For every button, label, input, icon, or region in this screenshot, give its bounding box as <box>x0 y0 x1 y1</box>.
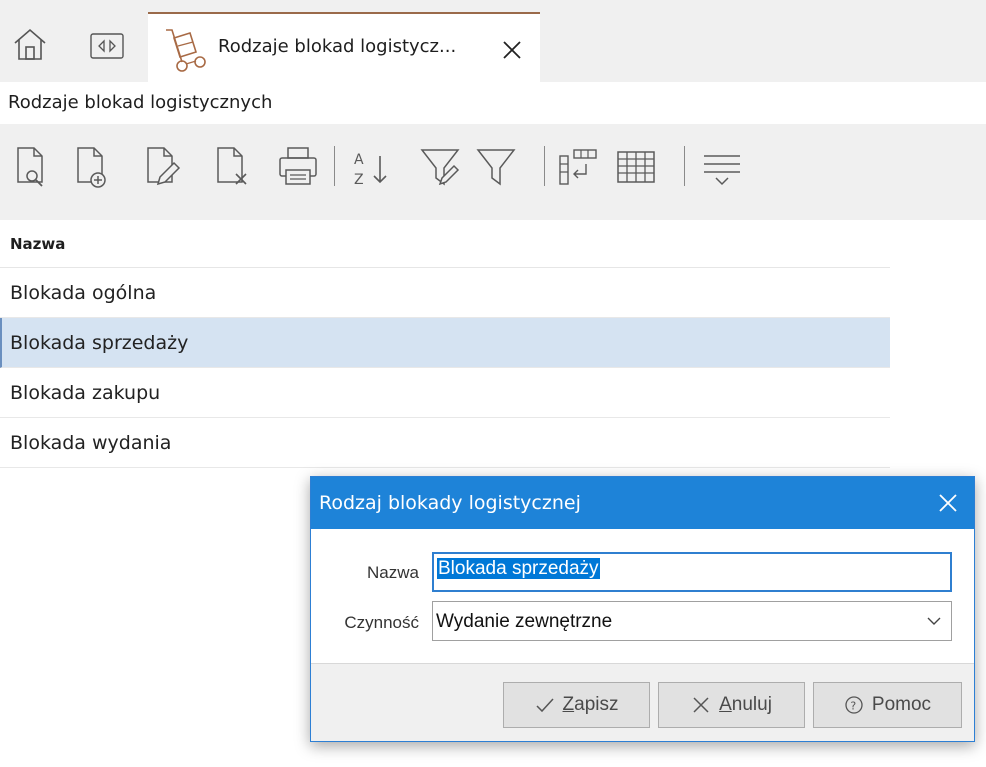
add-document-icon <box>77 147 106 188</box>
nav-arrows-button[interactable] <box>90 31 124 61</box>
cancel-access-key: A <box>719 694 732 715</box>
table-row-selected[interactable]: Blokada sprzedaży <box>0 318 890 368</box>
filter-edit-icon <box>420 149 460 186</box>
svg-text:Z: Z <box>354 172 364 188</box>
nav-arrows-icon <box>90 33 124 59</box>
add-document-button[interactable] <box>70 142 114 192</box>
sort-az-button[interactable]: A Z <box>350 142 394 192</box>
print-button[interactable] <box>276 142 320 192</box>
print-icon <box>279 147 317 185</box>
home-button[interactable] <box>12 26 48 62</box>
view-document-button[interactable] <box>10 142 54 192</box>
column-layout-button[interactable] <box>556 142 600 192</box>
delete-document-button[interactable] <box>210 142 254 192</box>
activity-label: Czynność <box>344 613 419 632</box>
table-row[interactable]: Blokada zakupu <box>0 368 890 418</box>
grid-button[interactable] <box>614 142 658 192</box>
save-button-label: Zapisz <box>563 694 619 716</box>
help-button-label: Pomoc <box>871 694 932 715</box>
toolbar-separator <box>334 146 335 186</box>
hand-truck-icon <box>166 29 206 72</box>
svg-text:A: A <box>354 152 364 168</box>
toolbar: A Z <box>0 124 986 220</box>
options-menu-icon <box>704 155 740 186</box>
options-menu-button[interactable] <box>700 142 744 192</box>
save-label-rest: apisz <box>574 694 619 715</box>
table-row[interactable]: Blokada wydania <box>0 418 890 468</box>
filter-edit-button[interactable] <box>418 142 462 192</box>
grid-icon <box>617 151 655 183</box>
sort-az-icon: A Z <box>354 152 387 188</box>
name-label: Nazwa <box>367 563 419 582</box>
filter-button[interactable] <box>474 142 518 192</box>
close-tab-icon[interactable] <box>500 38 524 62</box>
tab-bar: Rodzaje blokad logistycz... <box>0 0 986 82</box>
name-input[interactable]: Blokada sprzedaży <box>432 552 952 592</box>
page-title: Rodzaje blokad logistycznych <box>8 92 273 113</box>
dialog-body: Nazwa Blokada sprzedaży Czynność Wydanie… <box>311 529 974 664</box>
column-layout-icon <box>559 149 597 185</box>
dialog-title: Rodzaj blokady logistycznej <box>319 492 581 514</box>
view-document-icon <box>17 147 43 187</box>
data-grid: Nazwa Blokada ogólna Blokada sprzedaży B… <box>0 220 890 468</box>
toolbar-separator <box>684 146 685 186</box>
svg-text:?: ? <box>850 700 856 713</box>
home-icon <box>14 28 46 60</box>
activity-dropdown[interactable]: Wydanie zewnętrzne <box>432 601 952 641</box>
close-icon <box>693 697 709 713</box>
cancel-button[interactable]: Anuluj <box>658 682 805 728</box>
save-button[interactable]: Zapisz <box>503 682 650 728</box>
column-header-nazwa[interactable]: Nazwa <box>0 220 890 268</box>
edit-document-icon <box>147 147 181 186</box>
edit-document-button[interactable] <box>140 142 184 192</box>
filter-icon <box>476 149 516 186</box>
delete-document-icon <box>217 147 247 185</box>
table-row[interactable]: Blokada ogólna <box>0 268 890 318</box>
close-icon[interactable] <box>936 491 960 515</box>
toolbar-separator <box>544 146 545 186</box>
cancel-label-rest: nuluj <box>731 694 772 715</box>
checkmark-icon <box>535 698 554 713</box>
question-icon: ? <box>845 696 863 714</box>
cancel-button-label: Anuluj <box>719 694 772 716</box>
tab-rodzaje-blokad[interactable]: Rodzaje blokad logistycz... <box>148 12 540 82</box>
edit-dialog: Rodzaj blokady logistycznej Nazwa Blokad… <box>310 476 975 742</box>
tab-label: Rodzaje blokad logistycz... <box>218 36 457 57</box>
save-access-key: Z <box>562 694 575 715</box>
name-input-value: Blokada sprzedaży <box>437 558 600 579</box>
activity-dropdown-value: Wydanie zewnętrzne <box>436 611 613 632</box>
help-button[interactable]: ? Pomoc <box>813 682 962 728</box>
dialog-titlebar[interactable]: Rodzaj blokady logistycznej <box>311 477 974 529</box>
chevron-down-icon <box>927 617 941 625</box>
